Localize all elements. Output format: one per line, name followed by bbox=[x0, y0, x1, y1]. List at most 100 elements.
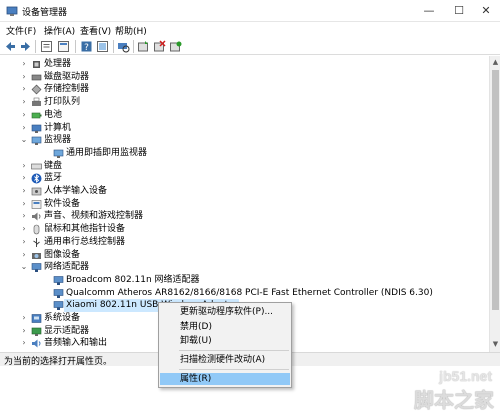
menu-help[interactable]: 帮助(H) bbox=[115, 24, 147, 37]
chevron-right-icon[interactable]: › bbox=[20, 72, 28, 81]
keyboard-icon bbox=[31, 163, 42, 169]
context-disable[interactable]: 禁用(D) bbox=[160, 321, 290, 333]
category-item[interactable]: › 人体学输入设备 bbox=[0, 185, 489, 198]
forward-icon[interactable] bbox=[19, 40, 32, 53]
computer-icon bbox=[31, 124, 42, 133]
maximize-button[interactable]: ☐ bbox=[444, 0, 474, 22]
category-label: 系统设备 bbox=[44, 313, 81, 323]
device-label: Broadcom 802.11n 网络适配器 bbox=[66, 274, 200, 285]
category-item[interactable]: › 声音、视频和游戏控制器 bbox=[0, 210, 489, 223]
display-icon bbox=[31, 327, 42, 336]
category-label: 存储控制器 bbox=[44, 84, 90, 95]
help-icon[interactable]: ? bbox=[80, 40, 93, 53]
category-item[interactable]: › 存储控制器 bbox=[0, 83, 489, 96]
menu-bar: 文件(F) 操作(A) 查看(V) 帮助(H) bbox=[0, 22, 500, 38]
chevron-right-icon[interactable]: › bbox=[20, 161, 28, 170]
category-label: 通用串行总线控制器 bbox=[44, 236, 126, 247]
category-item[interactable]: › 键盘 bbox=[0, 160, 489, 173]
category-item[interactable]: › 蓝牙 bbox=[0, 172, 489, 185]
category-item[interactable]: › 计算机 bbox=[0, 122, 489, 135]
monitor-icon bbox=[31, 136, 42, 146]
category-label: 计算机 bbox=[44, 122, 72, 133]
disable-icon[interactable] bbox=[169, 40, 182, 53]
vertical-scrollbar[interactable]: ▲ ▼ bbox=[489, 56, 500, 352]
back-icon[interactable] bbox=[4, 40, 17, 53]
chevron-right-icon[interactable]: › bbox=[20, 339, 28, 347]
battery-icon bbox=[31, 112, 42, 119]
chevron-right-icon[interactable]: › bbox=[20, 60, 28, 68]
chevron-down-icon[interactable]: ⌄ bbox=[20, 136, 28, 144]
chevron-right-icon[interactable]: › bbox=[20, 250, 28, 259]
device-item[interactable]: Broadcom 802.11n 网络适配器 bbox=[0, 274, 489, 287]
category-item[interactable]: › 打印队列 bbox=[0, 96, 489, 109]
disk-icon bbox=[31, 74, 42, 80]
context-separator bbox=[179, 369, 289, 370]
network-icon bbox=[53, 288, 64, 298]
menu-action[interactable]: 操作(A) bbox=[44, 24, 75, 37]
update-driver-icon[interactable] bbox=[137, 40, 150, 53]
chevron-right-icon[interactable]: › bbox=[20, 85, 28, 93]
monitor-icon bbox=[53, 149, 64, 158]
device-label: 通用即插即用监视器 bbox=[66, 147, 148, 158]
chevron-right-icon[interactable]: › bbox=[20, 314, 28, 322]
category-label: 网络适配器 bbox=[44, 262, 90, 273]
context-update-driver[interactable]: 更新驱动程序软件(P)... bbox=[160, 306, 290, 318]
category-item[interactable]: › 鼠标和其他指针设备 bbox=[0, 223, 489, 236]
scan-icon[interactable] bbox=[117, 40, 130, 53]
device-label: Qualcomm Atheros AR8162/8166/8168 PCI-E … bbox=[66, 287, 433, 298]
context-uninstall[interactable]: 卸载(U) bbox=[160, 335, 290, 347]
category-label: 电池 bbox=[44, 109, 63, 120]
scroll-up-icon[interactable]: ▲ bbox=[491, 58, 500, 67]
chevron-right-icon[interactable]: › bbox=[20, 110, 28, 119]
chevron-right-icon[interactable]: › bbox=[20, 237, 28, 246]
category-item[interactable]: › 处理器 bbox=[0, 58, 489, 71]
sound-icon bbox=[32, 212, 41, 221]
device-item[interactable]: Qualcomm Atheros AR8162/8166/8168 PCI-E … bbox=[0, 287, 489, 300]
chevron-right-icon[interactable]: › bbox=[20, 187, 28, 195]
chevron-right-icon[interactable]: › bbox=[20, 98, 28, 106]
scroll-thumb[interactable] bbox=[492, 70, 499, 310]
scroll-down-icon[interactable]: ▼ bbox=[491, 340, 500, 349]
context-menu: 更新驱动程序软件(P)... 禁用(D) 卸载(U) 扫描检测硬件改动(A) 属… bbox=[158, 302, 292, 388]
category-item[interactable]: › 软件设备 bbox=[0, 198, 489, 211]
category-item[interactable]: › 磁盘驱动器 bbox=[0, 71, 489, 84]
context-properties[interactable]: 属性(R) bbox=[160, 373, 290, 385]
view-icon[interactable] bbox=[96, 40, 109, 53]
category-label: 显示适配器 bbox=[44, 325, 90, 336]
category-item[interactable]: › 通用串行总线控制器 bbox=[0, 236, 489, 249]
category-item[interactable]: › 图像设备 bbox=[0, 249, 489, 262]
chevron-right-icon[interactable]: › bbox=[20, 123, 28, 132]
category-label: 鼠标和其他指针设备 bbox=[44, 224, 126, 235]
network-icon bbox=[53, 301, 64, 311]
menu-file[interactable]: 文件(F) bbox=[6, 24, 36, 37]
chevron-right-icon[interactable]: › bbox=[20, 199, 28, 208]
svg-text:?: ? bbox=[84, 43, 89, 53]
uninstall-icon[interactable] bbox=[153, 40, 166, 53]
category-item[interactable]: ⌄ 监视器 bbox=[0, 134, 489, 147]
device-manager-icon bbox=[6, 6, 18, 16]
category-label: 打印队列 bbox=[44, 97, 81, 108]
category-item[interactable]: ⌄ 网络适配器 bbox=[0, 261, 489, 274]
storage-icon bbox=[31, 84, 42, 95]
device-item[interactable]: 通用即插即用监视器 bbox=[0, 147, 489, 160]
chevron-right-icon[interactable]: › bbox=[20, 326, 28, 335]
show-hidden-icon[interactable] bbox=[57, 40, 70, 53]
minimize-button[interactable]: — bbox=[414, 0, 444, 22]
chevron-down-icon[interactable]: ⌄ bbox=[20, 263, 28, 271]
chevron-right-icon[interactable]: › bbox=[20, 225, 28, 233]
category-item[interactable]: › 电池 bbox=[0, 109, 489, 122]
cpu-icon bbox=[33, 61, 40, 68]
properties-icon[interactable] bbox=[40, 40, 53, 53]
category-label: 声音、视频和游戏控制器 bbox=[44, 211, 144, 222]
category-label: 处理器 bbox=[44, 59, 72, 69]
toolbar: ? bbox=[0, 38, 500, 55]
context-scan-hardware[interactable]: 扫描检测硬件改动(A) bbox=[160, 354, 290, 366]
context-separator bbox=[179, 350, 289, 351]
chevron-right-icon[interactable]: › bbox=[20, 212, 28, 220]
window-title: 设备管理器 bbox=[22, 8, 68, 18]
category-label: 音频输入和输出 bbox=[44, 338, 108, 349]
menu-view[interactable]: 查看(V) bbox=[80, 24, 111, 37]
chevron-right-icon[interactable]: › bbox=[20, 174, 28, 182]
usb-icon bbox=[33, 237, 40, 247]
close-button[interactable]: ✕ bbox=[472, 0, 500, 22]
